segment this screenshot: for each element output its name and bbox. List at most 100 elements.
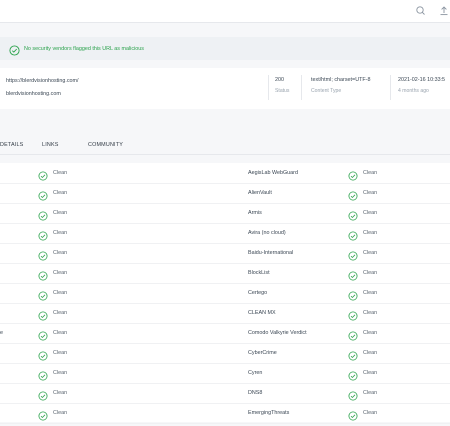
content-type-value: text/html; charset=UTF-8 bbox=[311, 77, 371, 83]
search-icon[interactable] bbox=[413, 3, 429, 19]
top-bar bbox=[0, 0, 450, 23]
table-row: Clean Cyren Clean bbox=[0, 363, 450, 384]
tab-bar: DETAILS LINKS COMMUNITY bbox=[0, 138, 450, 155]
check-circle-icon bbox=[348, 388, 358, 401]
result-label: Clean bbox=[363, 310, 378, 316]
result-label: Clean bbox=[363, 270, 378, 276]
vendor-name: EmergingThreats bbox=[248, 410, 290, 416]
result-label: Clean bbox=[53, 250, 68, 256]
result-label: Clean bbox=[363, 290, 378, 296]
table-row: Clean DNS8 Clean bbox=[0, 383, 450, 404]
result-label: Clean bbox=[53, 410, 68, 416]
result-label: Clean bbox=[53, 350, 68, 356]
check-circle-icon bbox=[38, 188, 48, 201]
vendor-name: e bbox=[0, 330, 3, 336]
result-label: Clean bbox=[53, 310, 68, 316]
check-circle-icon bbox=[38, 308, 48, 321]
vendor-name: CyberCrime bbox=[248, 350, 277, 356]
vendor-name: Baidu-International bbox=[248, 250, 294, 256]
check-circle-icon bbox=[348, 168, 358, 181]
result-label: Clean bbox=[363, 330, 378, 336]
table-row: Clean Baidu-International Clean bbox=[0, 243, 450, 264]
result-label: Clean bbox=[53, 190, 68, 196]
check-circle-icon bbox=[348, 268, 358, 281]
check-circle-icon bbox=[38, 248, 48, 261]
check-circle-icon bbox=[38, 228, 48, 241]
check-circle-icon bbox=[348, 308, 358, 321]
check-circle-icon bbox=[348, 248, 358, 261]
tab-links[interactable]: LINKS bbox=[42, 142, 59, 148]
result-label: Clean bbox=[363, 230, 378, 236]
vendor-results-table: Clean AegisLab WebGuard Clean Clean AlienVau… bbox=[0, 163, 450, 424]
vendor-name: Comodo Valkyrie Verdict bbox=[248, 330, 307, 336]
result-label: Clean bbox=[363, 410, 378, 416]
check-circle-icon bbox=[38, 168, 48, 181]
check-circle-icon bbox=[348, 368, 358, 381]
scanned-url[interactable]: https://blerdvisionhosting.com/ bbox=[6, 78, 79, 84]
check-circle-icon bbox=[38, 328, 48, 341]
result-label: Clean bbox=[363, 350, 378, 356]
result-label: Clean bbox=[53, 290, 68, 296]
divider bbox=[390, 75, 391, 100]
scan-date-value: 2021-02-16 10:33:5 bbox=[398, 77, 446, 83]
url-info-panel: https://blerdvisionhosting.com/ blerdvis… bbox=[0, 68, 450, 109]
divider bbox=[268, 75, 269, 100]
content-type-label: Content Type bbox=[311, 88, 342, 94]
table-row: e Clean Comodo Valkyrie Verdict Clean bbox=[0, 323, 450, 344]
result-label: Clean bbox=[53, 370, 68, 376]
table-row: Clean AegisLab WebGuard Clean bbox=[0, 163, 450, 184]
scanned-host[interactable]: blerdvisionhosting.com bbox=[6, 91, 61, 97]
result-label: Clean bbox=[363, 170, 378, 176]
result-label: Clean bbox=[53, 210, 68, 216]
vendor-name: CLEAN MX bbox=[248, 310, 276, 316]
table-row: Clean BlockList Clean bbox=[0, 263, 450, 284]
table-row: Clean Avira (no cloud) Clean bbox=[0, 223, 450, 244]
check-circle-icon bbox=[38, 208, 48, 221]
vendor-name: Armis bbox=[248, 210, 262, 216]
vendor-name: Certego bbox=[248, 290, 268, 296]
divider bbox=[301, 75, 302, 100]
check-circle-icon bbox=[38, 408, 48, 421]
detection-banner: No security vendors flagged this URL as … bbox=[0, 37, 450, 60]
tab-community[interactable]: COMMUNITY bbox=[88, 142, 123, 148]
check-circle-icon bbox=[348, 288, 358, 301]
table-row: Clean AlienVault Clean bbox=[0, 183, 450, 204]
banner-text: No security vendors flagged this URL as … bbox=[24, 45, 144, 52]
result-label: Clean bbox=[363, 210, 378, 216]
table-row: Clean Certego Clean bbox=[0, 283, 450, 304]
result-label: Clean bbox=[363, 250, 378, 256]
result-label: Clean bbox=[363, 190, 378, 196]
scan-date-label: 4 months ago bbox=[398, 88, 429, 94]
table-row: Clean CLEAN MX Clean bbox=[0, 303, 450, 324]
result-label: Clean bbox=[53, 330, 68, 336]
check-circle-icon bbox=[348, 328, 358, 341]
vendor-name: AegisLab WebGuard bbox=[248, 170, 298, 176]
result-label: Clean bbox=[53, 230, 68, 236]
tab-details[interactable]: DETAILS bbox=[0, 142, 23, 148]
status-value: 200 bbox=[275, 77, 284, 83]
result-label: Clean bbox=[363, 390, 378, 396]
table-row: Clean CyberCrime Clean bbox=[0, 343, 450, 364]
table-row: Clean Armis Clean bbox=[0, 203, 450, 224]
vendor-name: DNS8 bbox=[248, 390, 263, 396]
vendor-name: BlockList bbox=[248, 270, 270, 276]
result-label: Clean bbox=[363, 370, 378, 376]
check-circle-icon bbox=[38, 268, 48, 281]
check-circle-icon bbox=[38, 348, 48, 361]
result-label: Clean bbox=[53, 390, 68, 396]
status-label: Status bbox=[275, 88, 290, 94]
result-label: Clean bbox=[53, 170, 68, 176]
check-circle-icon bbox=[348, 208, 358, 221]
check-circle-icon bbox=[348, 408, 358, 421]
check-circle-icon bbox=[348, 348, 358, 361]
table-row: Clean EmergingThreats Clean bbox=[0, 403, 450, 424]
vendor-name: Cyren bbox=[248, 370, 263, 376]
check-circle-icon bbox=[9, 43, 20, 56]
check-circle-icon bbox=[348, 188, 358, 201]
vendor-name: AlienVault bbox=[248, 190, 272, 196]
check-circle-icon bbox=[38, 368, 48, 381]
result-label: Clean bbox=[53, 270, 68, 276]
check-circle-icon bbox=[348, 228, 358, 241]
upload-icon[interactable] bbox=[436, 3, 450, 19]
check-circle-icon bbox=[38, 388, 48, 401]
